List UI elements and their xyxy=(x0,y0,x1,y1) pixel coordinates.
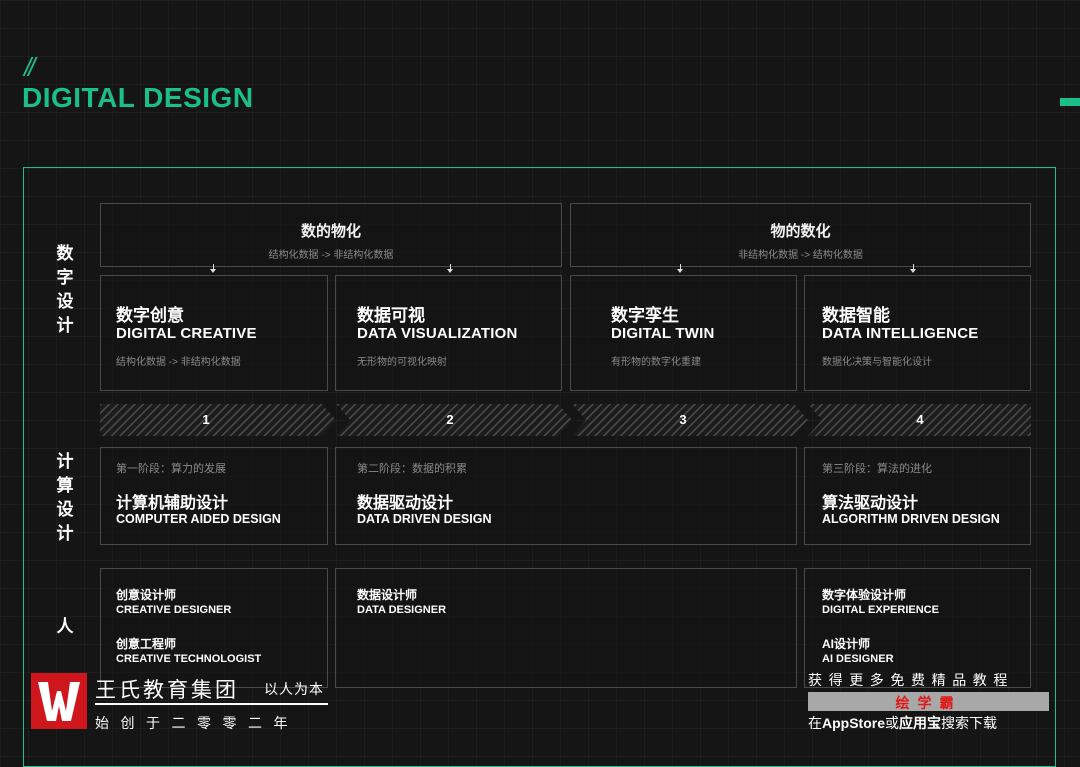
card-title-en: DATA VISUALIZATION xyxy=(357,325,518,342)
promo-download-text: 在AppStore或应用宝搜索下载 xyxy=(808,715,997,731)
card-data-intelligence: 数据智能 DATA INTELLIGENCE 数据化决策与智能化设计 xyxy=(804,275,1031,391)
role-title-en: CREATIVE DESIGNER xyxy=(116,604,232,616)
stage-label: 第三阶段：算法的进化 xyxy=(822,463,932,475)
brand-slogan: 以人为本 xyxy=(264,681,324,697)
stage-title-en: ALGORITHM DRIVEN DESIGN xyxy=(822,512,1000,526)
role-title-cn: AI设计师 xyxy=(822,637,871,651)
step-number: 4 xyxy=(916,412,924,427)
card-title-en: DATA INTELLIGENCE xyxy=(822,325,979,342)
accent-bar xyxy=(1060,98,1080,106)
brand-logo xyxy=(31,673,87,729)
stage-title-en: DATA DRIVEN DESIGN xyxy=(357,512,492,526)
stage-algorithm-driven: 第三阶段：算法的进化 算法驱动设计 ALGORITHM DRIVEN DESIG… xyxy=(804,447,1031,545)
card-data-visualization: 数据可视 DATA VISUALIZATION 无形物的可视化映射 xyxy=(335,275,562,391)
promo-tagline: 获得更多免费精品教程 xyxy=(808,672,1014,688)
role-title-cn: 创意设计师 xyxy=(116,588,177,602)
stage-label: 第一阶段：算力的发展 xyxy=(116,463,226,475)
card-subtitle: 无形物的可视化映射 xyxy=(357,357,447,368)
stage-data-driven: 第二阶段：数据的积累 数据驱动设计 DATA DRIVEN DESIGN xyxy=(335,447,797,545)
row-label-people: 人 xyxy=(56,617,74,636)
stage-title-cn: 算法驱动设计 xyxy=(822,495,919,512)
card-digital-creative: 数字创意 DIGITAL CREATIVE 结构化数据 -> 非结构化数据 xyxy=(100,275,328,391)
group-box-digitization: 物的数化 非结构化数据 -> 结构化数据 xyxy=(570,203,1031,267)
down-arrow-icon xyxy=(210,264,216,273)
card-title-cn: 数据智能 xyxy=(822,306,890,325)
card-subtitle: 有形物的数字化重建 xyxy=(611,357,701,368)
role-title-cn: 创意工程师 xyxy=(116,637,177,651)
people-box-data: 数据设计师 DATA DESIGNER xyxy=(335,568,797,688)
stage-title-en: COMPUTER AIDED DESIGN xyxy=(116,512,281,526)
stage-title-cn: 数据驱动设计 xyxy=(357,495,454,512)
group-box-materialization: 数的物化 结构化数据 -> 非结构化数据 xyxy=(100,203,562,267)
people-box-creative: 创意设计师 CREATIVE DESIGNER 创意工程师 CREATIVE T… xyxy=(100,568,328,688)
group-title: 数的物化 xyxy=(300,223,361,240)
w-logo-icon xyxy=(38,682,80,721)
group-title: 物的数化 xyxy=(770,223,831,240)
down-arrow-icon xyxy=(910,264,916,273)
card-subtitle: 结构化数据 -> 非结构化数据 xyxy=(116,357,241,368)
title-slashes: // xyxy=(24,52,36,82)
card-digital-twin: 数字孪生 DIGITAL TWIN 有形物的数字化重建 xyxy=(570,275,797,391)
row-label-digital-design: 数 字 设 计 xyxy=(56,244,74,335)
stage-computer-aided: 第一阶段：算力的发展 计算机辅助设计 COMPUTER AIDED DESIGN xyxy=(100,447,328,545)
stage-label: 第二阶段：数据的积累 xyxy=(357,463,467,475)
role-title-en: DIGITAL EXPERIENCE xyxy=(822,604,939,616)
card-title-en: DIGITAL TWIN xyxy=(611,325,715,342)
group-subtitle: 非结构化数据 -> 结构化数据 xyxy=(738,250,863,261)
down-arrow-icon xyxy=(677,264,683,273)
brand-since: 始创于二零零二年 xyxy=(95,715,299,731)
card-title-cn: 数字孪生 xyxy=(611,306,679,325)
promo-brand-bar: 绘学霸 xyxy=(808,692,1049,711)
card-title-cn: 数据可视 xyxy=(357,306,425,325)
down-arrow-icon xyxy=(447,264,453,273)
stage-title-cn: 计算机辅助设计 xyxy=(116,495,229,512)
card-title-cn: 数字创意 xyxy=(116,306,184,325)
group-subtitle: 结构化数据 -> 非结构化数据 xyxy=(268,250,394,261)
role-title-en: DATA DESIGNER xyxy=(357,604,447,616)
brand-divider xyxy=(95,703,328,705)
card-subtitle: 数据化决策与智能化设计 xyxy=(822,357,932,368)
role-title-cn: 数字体验设计师 xyxy=(822,588,907,602)
step-hatch-band xyxy=(100,404,1031,436)
page-title: DIGITAL DESIGN xyxy=(22,82,254,113)
card-title-en: DIGITAL CREATIVE xyxy=(116,325,257,342)
role-title-en: AI DESIGNER xyxy=(822,653,894,665)
step-number: 2 xyxy=(446,412,454,427)
role-title-en: CREATIVE TECHNOLOGIST xyxy=(116,653,262,665)
step-number: 1 xyxy=(202,412,210,427)
step-number: 3 xyxy=(679,412,687,427)
role-title-cn: 数据设计师 xyxy=(357,588,418,602)
brand-name: 王氏教育集团 xyxy=(95,679,239,702)
promo-brand: 绘学霸 xyxy=(895,695,962,711)
row-label-computational-design: 计 算 设 计 xyxy=(56,452,74,543)
